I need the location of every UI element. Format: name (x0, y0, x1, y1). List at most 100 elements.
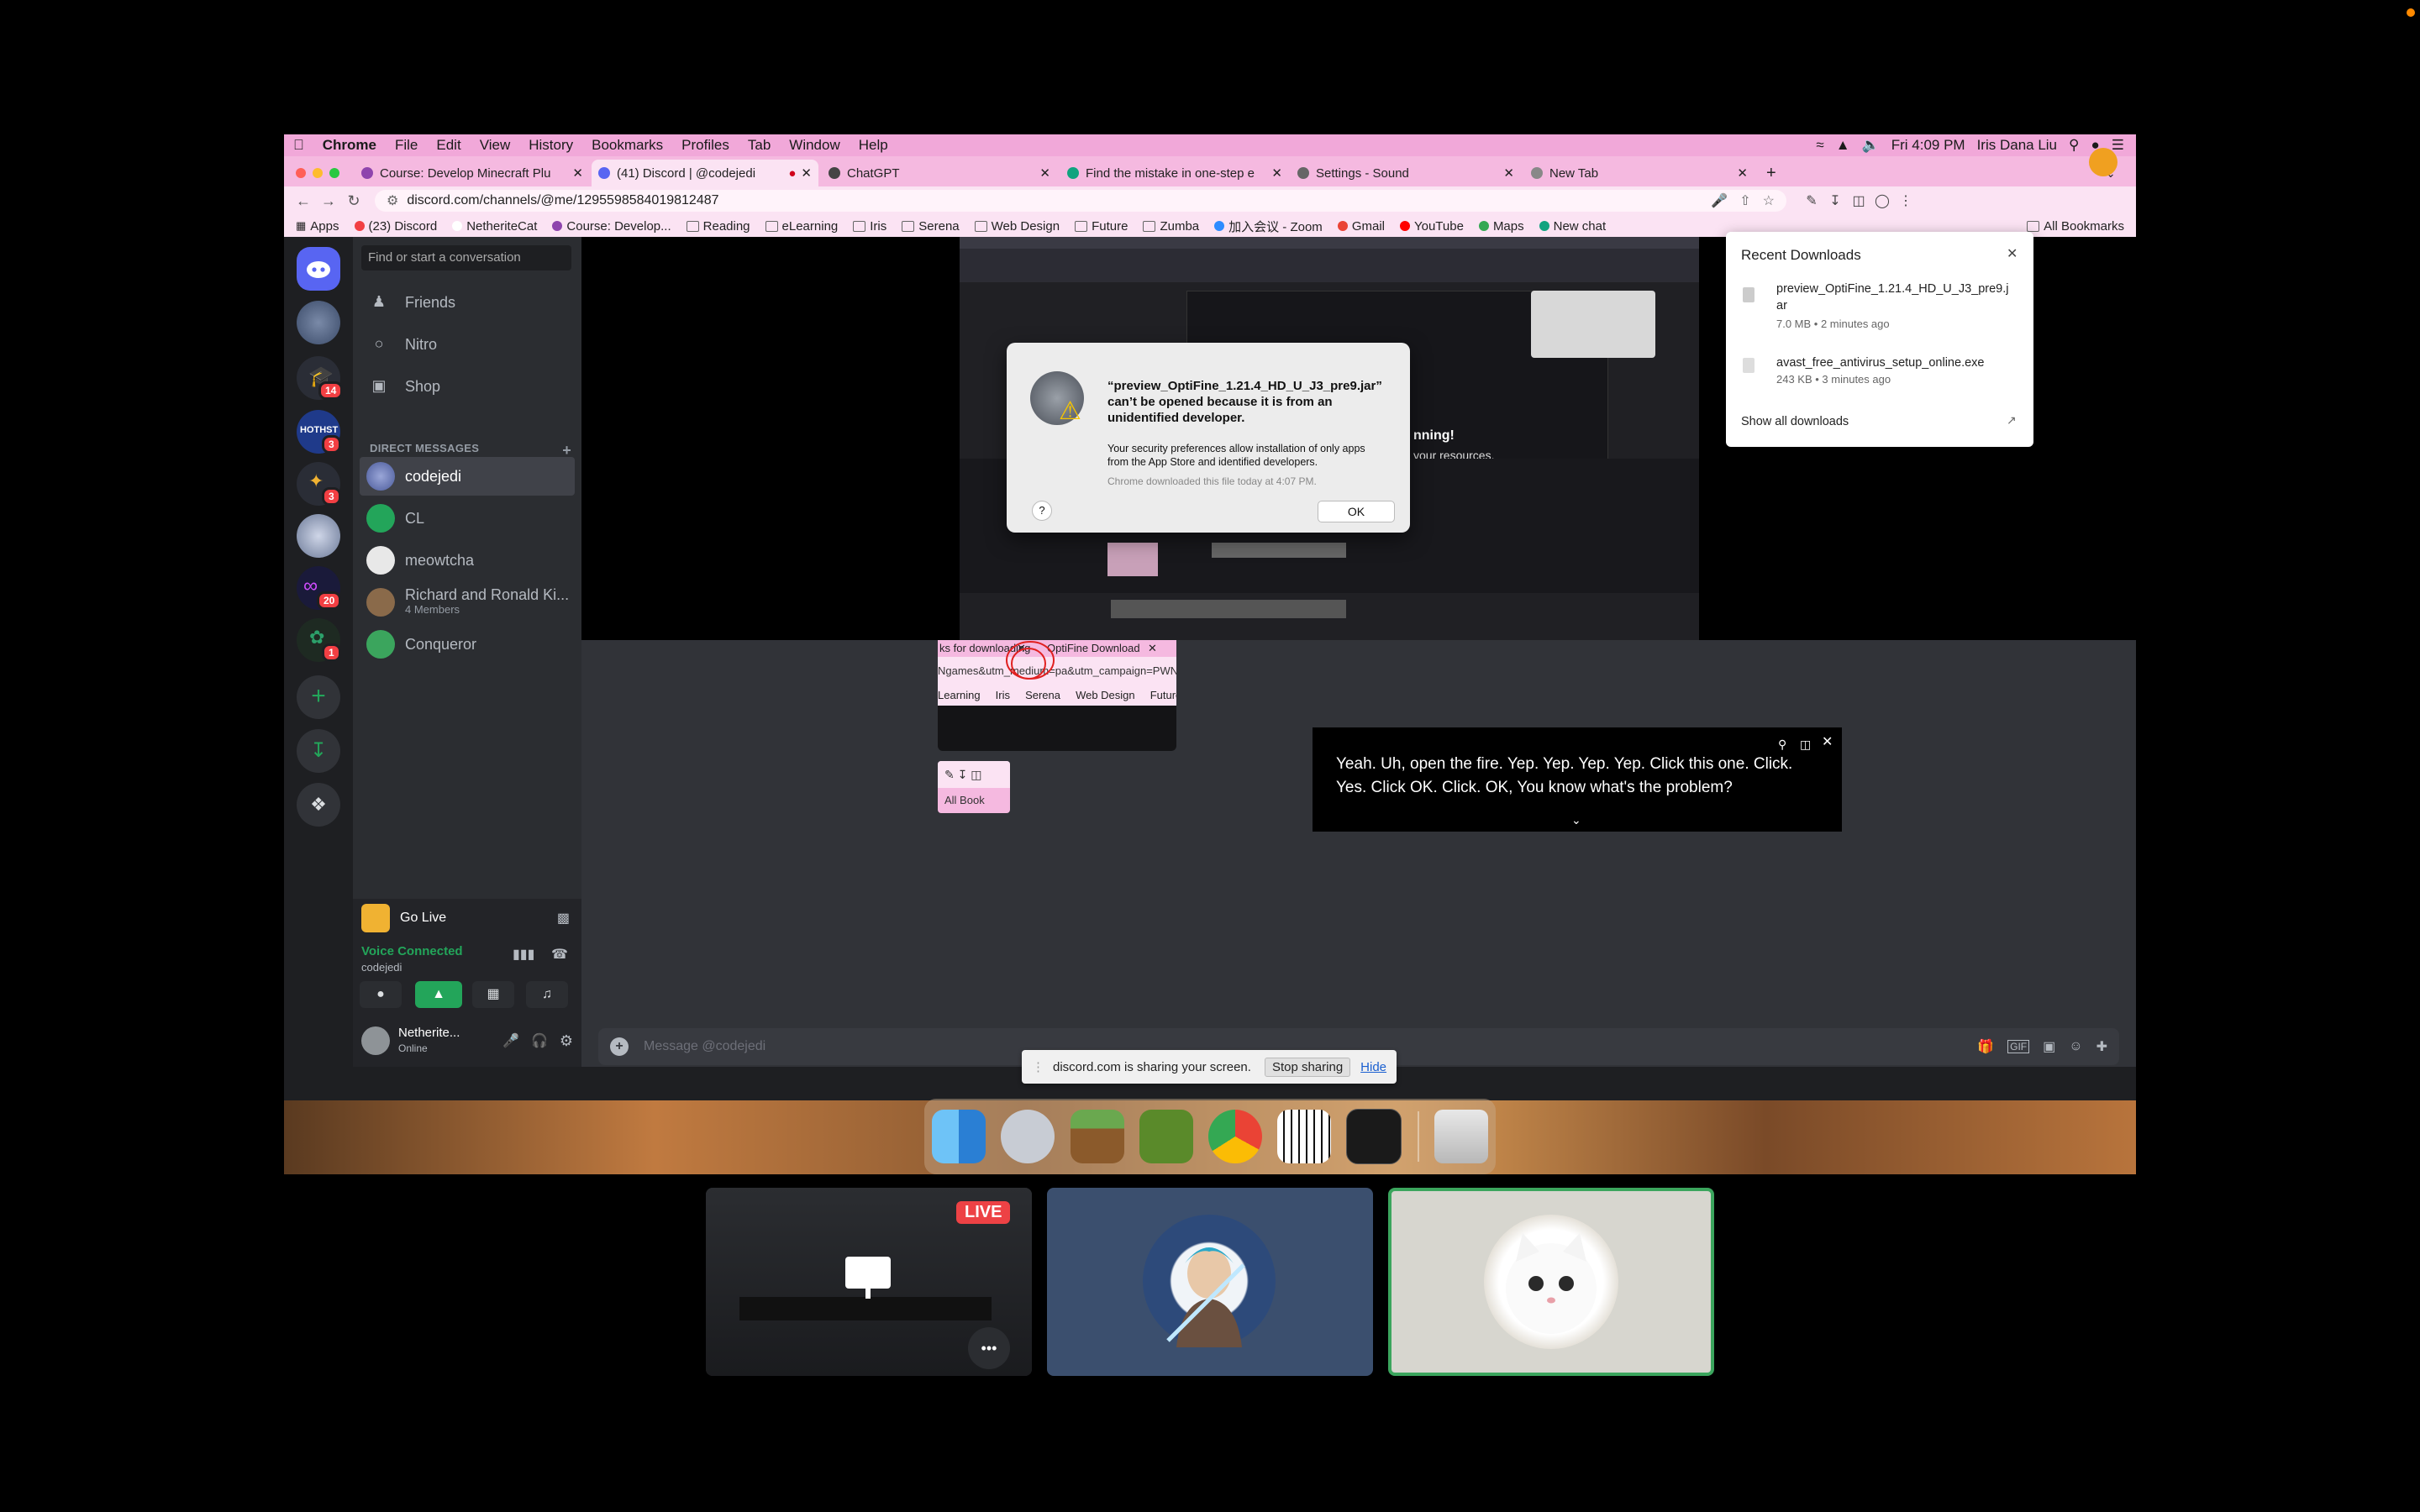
bookmark-course[interactable]: Course: Develop... (552, 219, 671, 234)
menu-clock[interactable]: Fri 4:09 PM (1891, 137, 1965, 154)
menu-help[interactable]: Help (850, 137, 897, 154)
headphones-icon[interactable]: 🎧 (531, 1032, 548, 1049)
bookmark-zoom[interactable]: 加入会议 - Zoom (1214, 218, 1323, 235)
dm-search-input[interactable]: Find or start a conversation (361, 245, 571, 270)
ok-button[interactable]: OK (1318, 501, 1395, 522)
extensions-puzzle-icon[interactable]: ✎ (1800, 192, 1823, 209)
bookmark-new-chat[interactable]: New chat (1539, 219, 1606, 234)
download-item[interactable]: preview_OptiFine_1.21.4_HD_U_J3_pre9.j a… (1726, 281, 2033, 344)
bookmark-star-icon[interactable]: ☆ (1763, 192, 1775, 209)
menu-profiles[interactable]: Profiles (672, 137, 739, 154)
chrome-icon[interactable] (1207, 1110, 1262, 1163)
voice-status[interactable]: Voice Connected (361, 944, 463, 958)
nav-shop[interactable]: ▣ Shop (361, 368, 571, 405)
menu-tab[interactable]: Tab (739, 137, 780, 154)
user-info[interactable]: Netherite... Online (398, 1026, 460, 1056)
screen-share-button[interactable]: ▲ (415, 981, 462, 1008)
add-server-button[interactable]: + (297, 675, 340, 719)
server-icon[interactable]: ✦ 3 (297, 462, 341, 506)
bookmark-folder-iris[interactable]: Iris (853, 219, 886, 234)
screen-share-icon[interactable]: ▩ (557, 910, 570, 927)
window-minimize-button[interactable] (313, 168, 323, 178)
tab-chatgpt[interactable]: ChatGPT ✕ (822, 160, 1057, 186)
microphone-icon[interactable]: 🎤 (502, 1032, 519, 1049)
forward-arrow-icon[interactable]: → (316, 192, 341, 210)
add-attachment-icon[interactable]: + (610, 1037, 629, 1056)
chevron-down-icon[interactable]: ⌄ (1571, 808, 1581, 832)
bookmark-folder-zumba[interactable]: Zumba (1143, 219, 1199, 234)
server-icon[interactable]: HOTHST 3 (297, 410, 341, 454)
disconnect-icon[interactable]: ☎ (551, 946, 568, 963)
bookmark-apps[interactable]: ▦ Apps (296, 219, 339, 234)
hide-link[interactable]: Hide (1360, 1060, 1386, 1074)
bookmark-youtube[interactable]: YouTube (1399, 219, 1464, 234)
apps-icon[interactable]: ✚ (2096, 1038, 2107, 1055)
menu-edit[interactable]: Edit (427, 137, 470, 154)
apple-icon[interactable]:  (284, 137, 313, 154)
menu-window[interactable]: Window (780, 137, 849, 154)
participant-tile-stream[interactable]: LIVE ••• (706, 1188, 1032, 1376)
activities-button[interactable]: ▦ (472, 981, 514, 1008)
bookmark-folder-web-design[interactable]: Web Design (974, 219, 1060, 234)
participant-tile-codejedi[interactable] (1047, 1188, 1373, 1376)
microphone-icon[interactable]: 🎤 (1711, 192, 1728, 209)
tab-close-icon[interactable]: ✕ (1271, 165, 1282, 181)
downloads-icon[interactable]: ↧ (1823, 192, 1847, 209)
server-icon[interactable]: 🎓 14 (297, 356, 344, 400)
site-info-icon[interactable]: ⚙ (387, 192, 398, 209)
tab-discord[interactable]: (41) Discord | @codejedi ● ✕ (592, 160, 818, 186)
airdrop-icon[interactable]: ▲ (1836, 137, 1850, 154)
wifi-icon[interactable]: ≈ (1816, 137, 1823, 154)
tab-find-mistake[interactable]: Find the mistake in one-step e ✕ (1060, 160, 1289, 186)
bookmark-folder-elearning[interactable]: eLearning (765, 219, 838, 234)
drag-handle-icon[interactable]: ⋮ (1032, 1059, 1044, 1074)
download-apps-icon[interactable]: ↧ (297, 729, 340, 773)
help-button[interactable]: ? (1032, 501, 1052, 521)
emoji-icon[interactable]: ☺ (2069, 1039, 2082, 1054)
profile-avatar[interactable]: ◯ (1870, 192, 1894, 209)
dm-item-cl[interactable]: CL (360, 499, 575, 538)
sticker-icon[interactable]: ▣ (2043, 1038, 2055, 1055)
nav-friends[interactable]: ♟ Friends (361, 284, 571, 321)
server-icon[interactable]: ∞ 20 (297, 566, 342, 610)
gif-icon[interactable]: GIF (2007, 1040, 2030, 1053)
participant-tile-self[interactable] (1388, 1188, 1714, 1376)
side-panel-icon[interactable]: ◫ (1847, 192, 1870, 209)
camera-off-button[interactable]: ● (360, 981, 402, 1008)
dm-item-codejedi[interactable]: codejedi (360, 457, 575, 496)
new-tab-button[interactable]: + (1760, 160, 1793, 186)
dm-item-conqueror[interactable]: Conqueror (360, 625, 575, 664)
close-icon[interactable]: ✕ (2007, 245, 2018, 262)
minecraft-icon[interactable] (1070, 1110, 1124, 1163)
bookmark-discord[interactable]: (23) Discord (354, 219, 437, 234)
install-icon[interactable]: ⇧ (1739, 192, 1750, 209)
address-bar[interactable]: ⚙ discord.com/channels/@me/1295598584019… (375, 190, 1786, 212)
external-link-icon[interactable]: ↗ (2007, 413, 2017, 428)
dm-item-meowtcha[interactable]: meowtcha (360, 541, 575, 580)
tab-close-icon[interactable]: ✕ (801, 165, 812, 181)
bookmark-maps[interactable]: Maps (1478, 219, 1524, 234)
curseforge-icon[interactable] (1139, 1110, 1193, 1163)
terminal-icon[interactable] (1346, 1109, 1402, 1164)
show-all-downloads-link[interactable]: Show all downloads (1741, 415, 1849, 428)
back-arrow-icon[interactable]: ← (291, 192, 316, 210)
go-live-label[interactable]: Go Live (400, 911, 446, 926)
discord-home-button[interactable] (297, 247, 340, 291)
server-avatar[interactable] (297, 301, 340, 344)
spotlight-icon[interactable]: ⚲ (2069, 137, 2079, 154)
piano-app-icon[interactable] (1277, 1110, 1332, 1163)
download-item[interactable]: avast_free_antivirus_setup_online.exe 24… (1726, 354, 2033, 402)
bookmark-folder-serena[interactable]: Serena (902, 219, 960, 234)
tab-close-icon[interactable]: ✕ (1039, 165, 1050, 181)
window-close-button[interactable] (296, 168, 306, 178)
launchpad-rocket-icon[interactable] (1001, 1110, 1055, 1163)
tab-close-icon[interactable]: ✕ (572, 165, 583, 181)
stop-sharing-button[interactable]: Stop sharing (1264, 1057, 1351, 1077)
menu-view[interactable]: View (471, 137, 520, 154)
volume-icon[interactable]: 🔈 (1862, 137, 1880, 154)
window-zoom-button[interactable] (329, 168, 339, 178)
gift-icon[interactable]: 🎁 (1977, 1038, 1994, 1055)
menu-file[interactable]: File (386, 137, 427, 154)
gear-icon[interactable]: ⚙ (560, 1032, 573, 1050)
chrome-menu-icon[interactable]: ⋮ (1894, 192, 1918, 209)
